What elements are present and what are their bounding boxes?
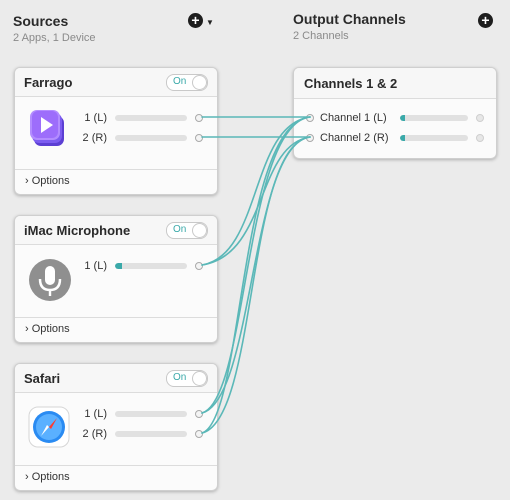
- plus-icon: +: [191, 12, 200, 28]
- level-meter: [400, 115, 468, 121]
- options-row[interactable]: › Options: [15, 317, 217, 342]
- source-card-imac-microphone: iMac Microphone On 1 (L) › Options: [14, 215, 218, 343]
- sources-subtitle: 2 Apps, 1 Device: [13, 32, 96, 44]
- chevron-right-icon: ›: [25, 471, 29, 483]
- channel-label: 2 (R): [82, 132, 107, 144]
- farrago-app-icon: [30, 110, 64, 146]
- output-port: [476, 114, 484, 122]
- toggle-label: On: [173, 372, 187, 383]
- sources-title: Sources: [13, 13, 69, 29]
- toggle-label: On: [173, 224, 187, 235]
- chevron-right-icon: ›: [25, 323, 29, 335]
- channel-label: Channel 1 (L): [320, 112, 387, 124]
- level-meter: [115, 135, 187, 141]
- add-source-button[interactable]: +: [188, 13, 203, 28]
- card-header: Channels 1 & 2: [294, 68, 496, 99]
- card-header: Safari On: [15, 364, 217, 393]
- plus-icon: +: [481, 12, 490, 28]
- output-card-channels-1-2: Channels 1 & 2 Channel 1 (L) Channel 2 (…: [293, 67, 497, 159]
- microphone-icon: [29, 259, 71, 301]
- safari-compass-icon: [28, 406, 70, 448]
- level-meter: [115, 431, 187, 437]
- options-row[interactable]: › Options: [15, 465, 217, 490]
- wire: [201, 136, 311, 434]
- card-header: Farrago On: [15, 68, 217, 97]
- input-port[interactable]: [306, 134, 314, 142]
- options-link[interactable]: › Options: [25, 471, 70, 483]
- output-port[interactable]: [195, 410, 203, 418]
- output-port[interactable]: [195, 134, 203, 142]
- card-title: iMac Microphone: [24, 223, 131, 238]
- level-meter: [115, 115, 187, 121]
- card-title: Farrago: [24, 75, 73, 90]
- channel-label: 2 (R): [82, 428, 107, 440]
- options-link[interactable]: › Options: [25, 175, 70, 187]
- chevron-down-icon[interactable]: ▼: [206, 18, 214, 27]
- chevron-right-icon: ›: [25, 175, 29, 187]
- on-toggle[interactable]: On: [166, 74, 208, 91]
- toggle-label: On: [173, 76, 187, 87]
- card-title: Safari: [24, 371, 61, 386]
- source-card-safari: Safari On 1 (L) 2 (R) › Options: [14, 363, 218, 491]
- channel-label: Channel 2 (R): [320, 132, 389, 144]
- toggle-knob: [192, 75, 207, 90]
- outputs-title: Output Channels: [293, 11, 406, 27]
- card-title: Channels 1 & 2: [304, 76, 398, 91]
- level-meter: [115, 411, 187, 417]
- wire: [201, 116, 311, 414]
- input-port[interactable]: [306, 114, 314, 122]
- outputs-subtitle: 2 Channels: [293, 30, 349, 42]
- wire: [201, 136, 311, 414]
- channel-label: 1 (L): [84, 408, 107, 420]
- card-header: iMac Microphone On: [15, 216, 217, 245]
- on-toggle[interactable]: On: [166, 222, 208, 239]
- output-port[interactable]: [195, 430, 203, 438]
- output-port: [476, 134, 484, 142]
- level-meter: [400, 135, 468, 141]
- on-toggle[interactable]: On: [166, 370, 208, 387]
- wire: [201, 116, 311, 434]
- source-card-farrago: Farrago On 1 (L) 2 (R) › Options: [14, 67, 218, 195]
- output-port[interactable]: [195, 262, 203, 270]
- channel-label: 1 (L): [84, 260, 107, 272]
- add-output-button[interactable]: +: [478, 13, 493, 28]
- toggle-knob: [192, 371, 207, 386]
- options-row[interactable]: › Options: [15, 169, 217, 194]
- channel-label: 1 (L): [84, 112, 107, 124]
- output-port[interactable]: [195, 114, 203, 122]
- level-meter: [115, 263, 187, 269]
- toggle-knob: [192, 223, 207, 238]
- options-link[interactable]: › Options: [25, 323, 70, 335]
